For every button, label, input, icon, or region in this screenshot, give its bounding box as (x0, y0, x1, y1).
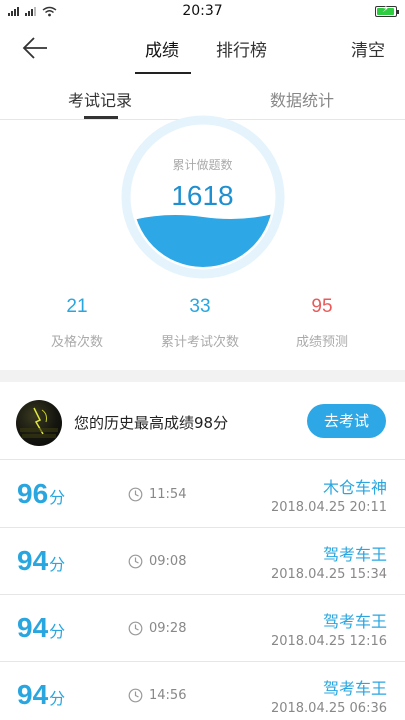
list-item[interactable]: 96分 11:54 木仓车神 2018.04.25 20:11 (0, 461, 405, 528)
clock-icon (128, 554, 143, 569)
score-unit: 分 (49, 622, 66, 641)
score-unit: 分 (49, 689, 66, 708)
stat-score-prediction: 95 成绩预测 (262, 296, 382, 350)
list-item[interactable]: 94分 09:28 驾考车王 2018.04.25 12:16 (0, 595, 405, 662)
list-item[interactable]: 94分 14:56 驾考车王 2018.04.25 06:36 (0, 662, 405, 720)
tab-leaderboard[interactable]: 排行榜 (216, 36, 267, 61)
score-number: 94 (17, 679, 49, 710)
rank-title: 驾考车王 (322, 545, 387, 564)
score-unit: 分 (49, 555, 66, 574)
score: 96分 (17, 478, 65, 510)
clock-icon (128, 487, 143, 502)
list-item[interactable]: 94分 09:08 驾考车王 2018.04.25 15:34 (0, 528, 405, 595)
duration: 09:28 (149, 621, 187, 636)
gauge-value: 1618 (171, 180, 234, 211)
top-nav: 成绩 排行榜 清空 (0, 22, 405, 74)
avatar-graphic (20, 407, 58, 438)
score: 94分 (17, 612, 65, 644)
stat-label: 及格次数 (50, 335, 103, 350)
rank-title: 驾考车王 (322, 679, 387, 698)
active-tab-indicator (135, 72, 191, 74)
score-number: 94 (17, 545, 49, 576)
battery-icon: ⚡ (375, 4, 399, 17)
best-score-row: 您的历史最高成绩98分 去考试 (0, 382, 405, 460)
record-date: 2018.04.25 15:34 (270, 567, 387, 582)
take-exam-button[interactable]: 去考试 (307, 404, 386, 438)
active-subtab-indicator (84, 116, 118, 119)
tab-scores[interactable]: 成绩 (145, 36, 179, 61)
stat-passed: 21 及格次数 (17, 296, 137, 350)
subtab-data-statistics[interactable]: 数据统计 (270, 87, 334, 111)
stat-value: 33 (189, 296, 211, 317)
score-number: 94 (17, 612, 49, 643)
duration: 14:56 (149, 688, 187, 703)
stat-label: 累计考试次数 (160, 335, 239, 350)
stat-value: 21 (66, 296, 88, 317)
rank-title: 驾考车王 (322, 612, 387, 631)
score-number: 96 (17, 478, 49, 509)
avatar[interactable] (16, 400, 62, 446)
subtab-exam-records[interactable]: 考试记录 (68, 87, 132, 111)
record-date: 2018.04.25 12:16 (270, 634, 387, 649)
score: 94分 (17, 679, 65, 711)
duration: 09:08 (149, 554, 187, 569)
sub-tabs: 考试记录 数据统计 (0, 76, 405, 120)
clear-button[interactable]: 清空 (351, 36, 385, 61)
stat-label: 成绩预测 (295, 335, 348, 350)
back-arrow-icon[interactable] (20, 34, 50, 62)
stat-value: 95 (311, 296, 333, 317)
clock-icon (128, 621, 143, 636)
score-unit: 分 (49, 488, 66, 507)
duration: 11:54 (149, 487, 187, 502)
gauge-label: 累计做题数 (172, 158, 233, 172)
record-date: 2018.04.25 20:11 (270, 500, 387, 515)
record-date: 2018.04.25 06:36 (270, 701, 387, 716)
status-time: 20:37 (182, 3, 223, 19)
exam-record-list: 96分 11:54 木仓车神 2018.04.25 20:11 94分 09:0… (0, 461, 405, 720)
section-divider (0, 370, 405, 382)
stat-total-exams: 33 累计考试次数 (140, 296, 260, 350)
status-bar: 20:37 ⚡ (0, 0, 405, 22)
clock-icon (128, 688, 143, 703)
rank-title: 木仓车神 (322, 478, 387, 497)
score: 94分 (17, 545, 65, 577)
best-score-text: 您的历史最高成绩98分 (74, 414, 229, 432)
